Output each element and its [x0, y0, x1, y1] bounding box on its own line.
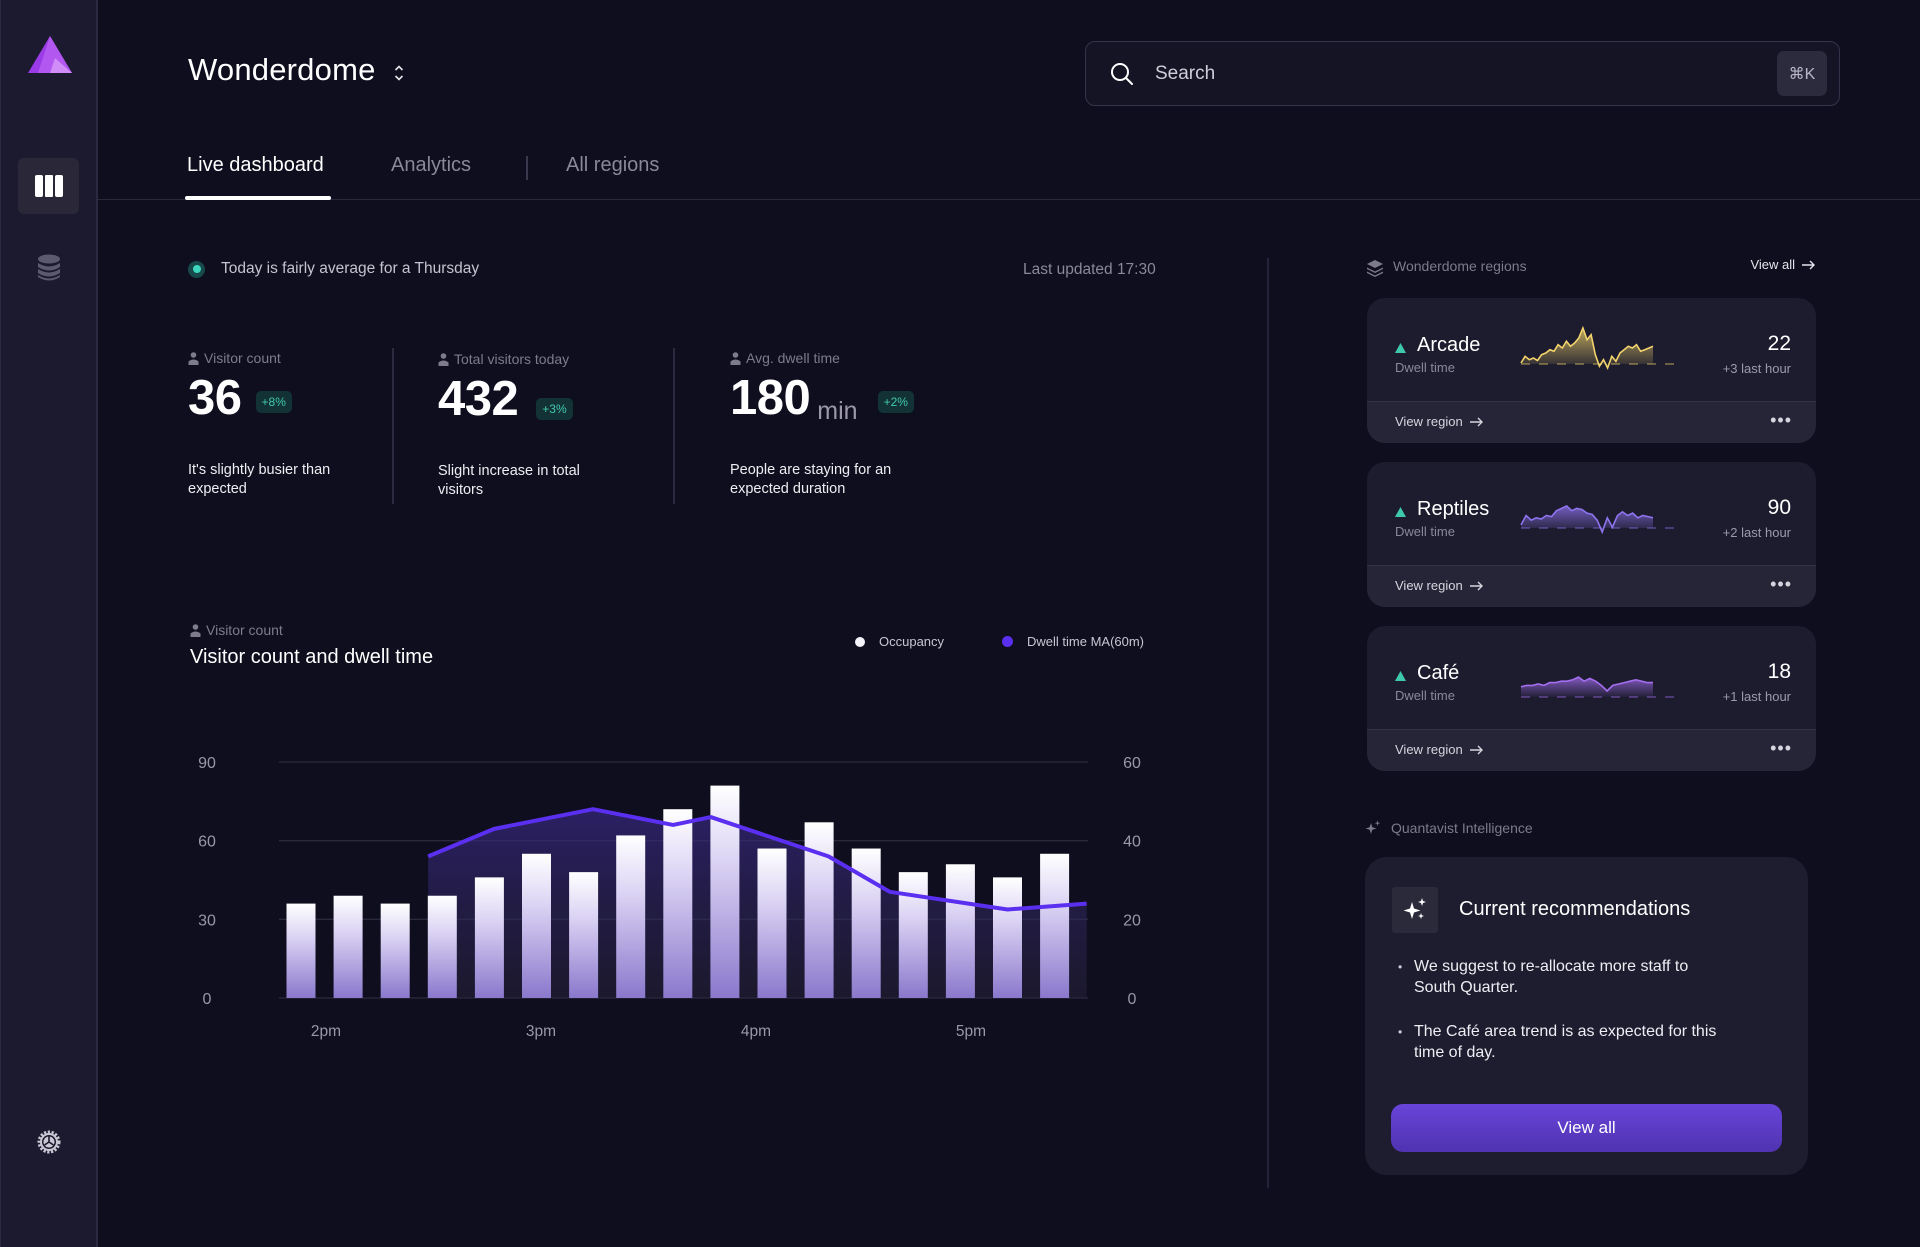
region-card-arcade[interactable]: Arcade Dwell time 22 +3 last hour View r… [1367, 298, 1816, 443]
occupancy-bar [427, 895, 457, 998]
occupancy-bar [945, 864, 975, 998]
region-card-footer: View region ••• [1367, 729, 1816, 771]
y-left-tick-label: 90 [198, 755, 216, 772]
occupancy-bar [569, 872, 599, 998]
view-region-link[interactable]: View region [1395, 578, 1484, 593]
sparkline [1520, 325, 1683, 371]
occupancy-bar [1040, 853, 1070, 998]
region-metric-label: Dwell time [1395, 524, 1455, 539]
recommendation-item: The Café area trend is as expected for t… [1398, 1022, 1718, 1063]
y-right-tick-label: 60 [1123, 755, 1141, 772]
y-left-tick-label: 30 [198, 912, 216, 929]
x-tick-label: 4pm [741, 1023, 771, 1040]
more-options-icon[interactable]: ••• [1770, 410, 1792, 431]
y-right-tick-label: 40 [1123, 834, 1141, 851]
region-value: 22 [1767, 332, 1791, 355]
recommendation-item: We suggest to re-allocate more staff to … [1398, 957, 1718, 998]
occupancy-bar [616, 835, 646, 998]
view-region-link[interactable]: View region [1395, 414, 1484, 429]
sparkline [1520, 505, 1683, 535]
occupancy-bar [663, 809, 693, 998]
occupancy-bar [333, 895, 363, 998]
regions-view-all-link[interactable]: View all [1750, 257, 1816, 272]
more-options-icon[interactable]: ••• [1770, 574, 1792, 595]
trend-up-icon [1395, 671, 1406, 681]
x-tick-label: 2pm [311, 1023, 341, 1040]
more-options-icon[interactable]: ••• [1770, 738, 1792, 759]
region-value: 18 [1767, 660, 1791, 683]
region-metric-label: Dwell time [1395, 688, 1455, 703]
occupancy-bar [522, 853, 551, 998]
trend-up-icon [1395, 507, 1406, 517]
arrow-right-icon [1469, 745, 1483, 754]
sparkline [1520, 676, 1683, 698]
arrow-right-icon [1469, 581, 1483, 590]
regions-header: Wonderdome regions View all [1366, 257, 1816, 281]
intelligence-header: Quantavist Intelligence [1365, 820, 1533, 836]
gear-icon [37, 1130, 60, 1154]
sidebar-item-settings[interactable] [18, 1114, 79, 1170]
sparkles-icon [1403, 898, 1426, 919]
regions-title: Wonderdome regions [1393, 258, 1527, 274]
x-tick-label: 5pm [956, 1023, 986, 1040]
y-right-tick-label: 20 [1123, 912, 1141, 929]
recommendations-list: We suggest to re-allocate more staff to … [1398, 957, 1718, 1087]
visitor-chart: 0 30 60 90 0 20 40 60 2pm 3pm 4pm 5pm [198, 755, 1141, 1040]
y-left-tick-label: 0 [203, 991, 212, 1008]
y-left-tick-label: 60 [198, 834, 216, 851]
region-name: Arcade [1417, 334, 1481, 356]
region-card-caf[interactable]: Café Dwell time 18 +1 last hour View reg… [1367, 626, 1816, 771]
region-name: Reptiles [1417, 498, 1490, 520]
region-card-body: Café Dwell time 18 +1 last hour [1367, 626, 1816, 729]
region-name: Café [1417, 662, 1460, 684]
recommendations-card: Current recommendations We suggest to re… [1365, 857, 1808, 1175]
region-card-footer: View region ••• [1367, 565, 1816, 607]
view-region-label: View region [1395, 414, 1463, 429]
occupancy-bar [757, 848, 787, 998]
arrow-right-icon [1802, 260, 1815, 269]
section-divider [1267, 258, 1269, 1188]
view-all-label: View all [1750, 257, 1795, 272]
view-region-label: View region [1395, 578, 1463, 593]
occupancy-bar [286, 903, 316, 998]
occupancy-bar [898, 872, 928, 998]
layers-icon [1367, 260, 1383, 277]
region-card-body: Arcade Dwell time 22 +3 last hour [1367, 298, 1816, 401]
region-card-body: Reptiles Dwell time 90 +2 last hour [1367, 462, 1816, 565]
occupancy-bar [993, 877, 1022, 998]
recommendations-icon-box [1392, 887, 1438, 933]
arrow-right-icon [1469, 417, 1483, 426]
y-right-tick-label: 0 [1128, 991, 1137, 1008]
region-value: 90 [1767, 496, 1791, 519]
view-region-link[interactable]: View region [1395, 742, 1484, 757]
region-delta: +3 last hour [1722, 361, 1791, 376]
recommendations-view-all-button[interactable]: View all [1391, 1104, 1782, 1152]
view-region-label: View region [1395, 742, 1463, 757]
region-card-footer: View region ••• [1367, 401, 1816, 443]
region-delta: +2 last hour [1722, 525, 1791, 540]
trend-up-icon [1395, 343, 1406, 353]
region-metric-label: Dwell time [1395, 360, 1455, 375]
sparkles-icon [1365, 820, 1381, 834]
region-delta: +1 last hour [1722, 689, 1791, 704]
occupancy-bar [380, 903, 410, 998]
intelligence-label: Quantavist Intelligence [1391, 820, 1533, 836]
x-tick-label: 3pm [526, 1023, 556, 1040]
recommendations-title: Current recommendations [1459, 898, 1691, 920]
shortcut-hint: ⌘K [1777, 51, 1827, 96]
occupancy-bar [474, 877, 504, 998]
region-card-reptiles[interactable]: Reptiles Dwell time 90 +2 last hour View… [1367, 462, 1816, 607]
